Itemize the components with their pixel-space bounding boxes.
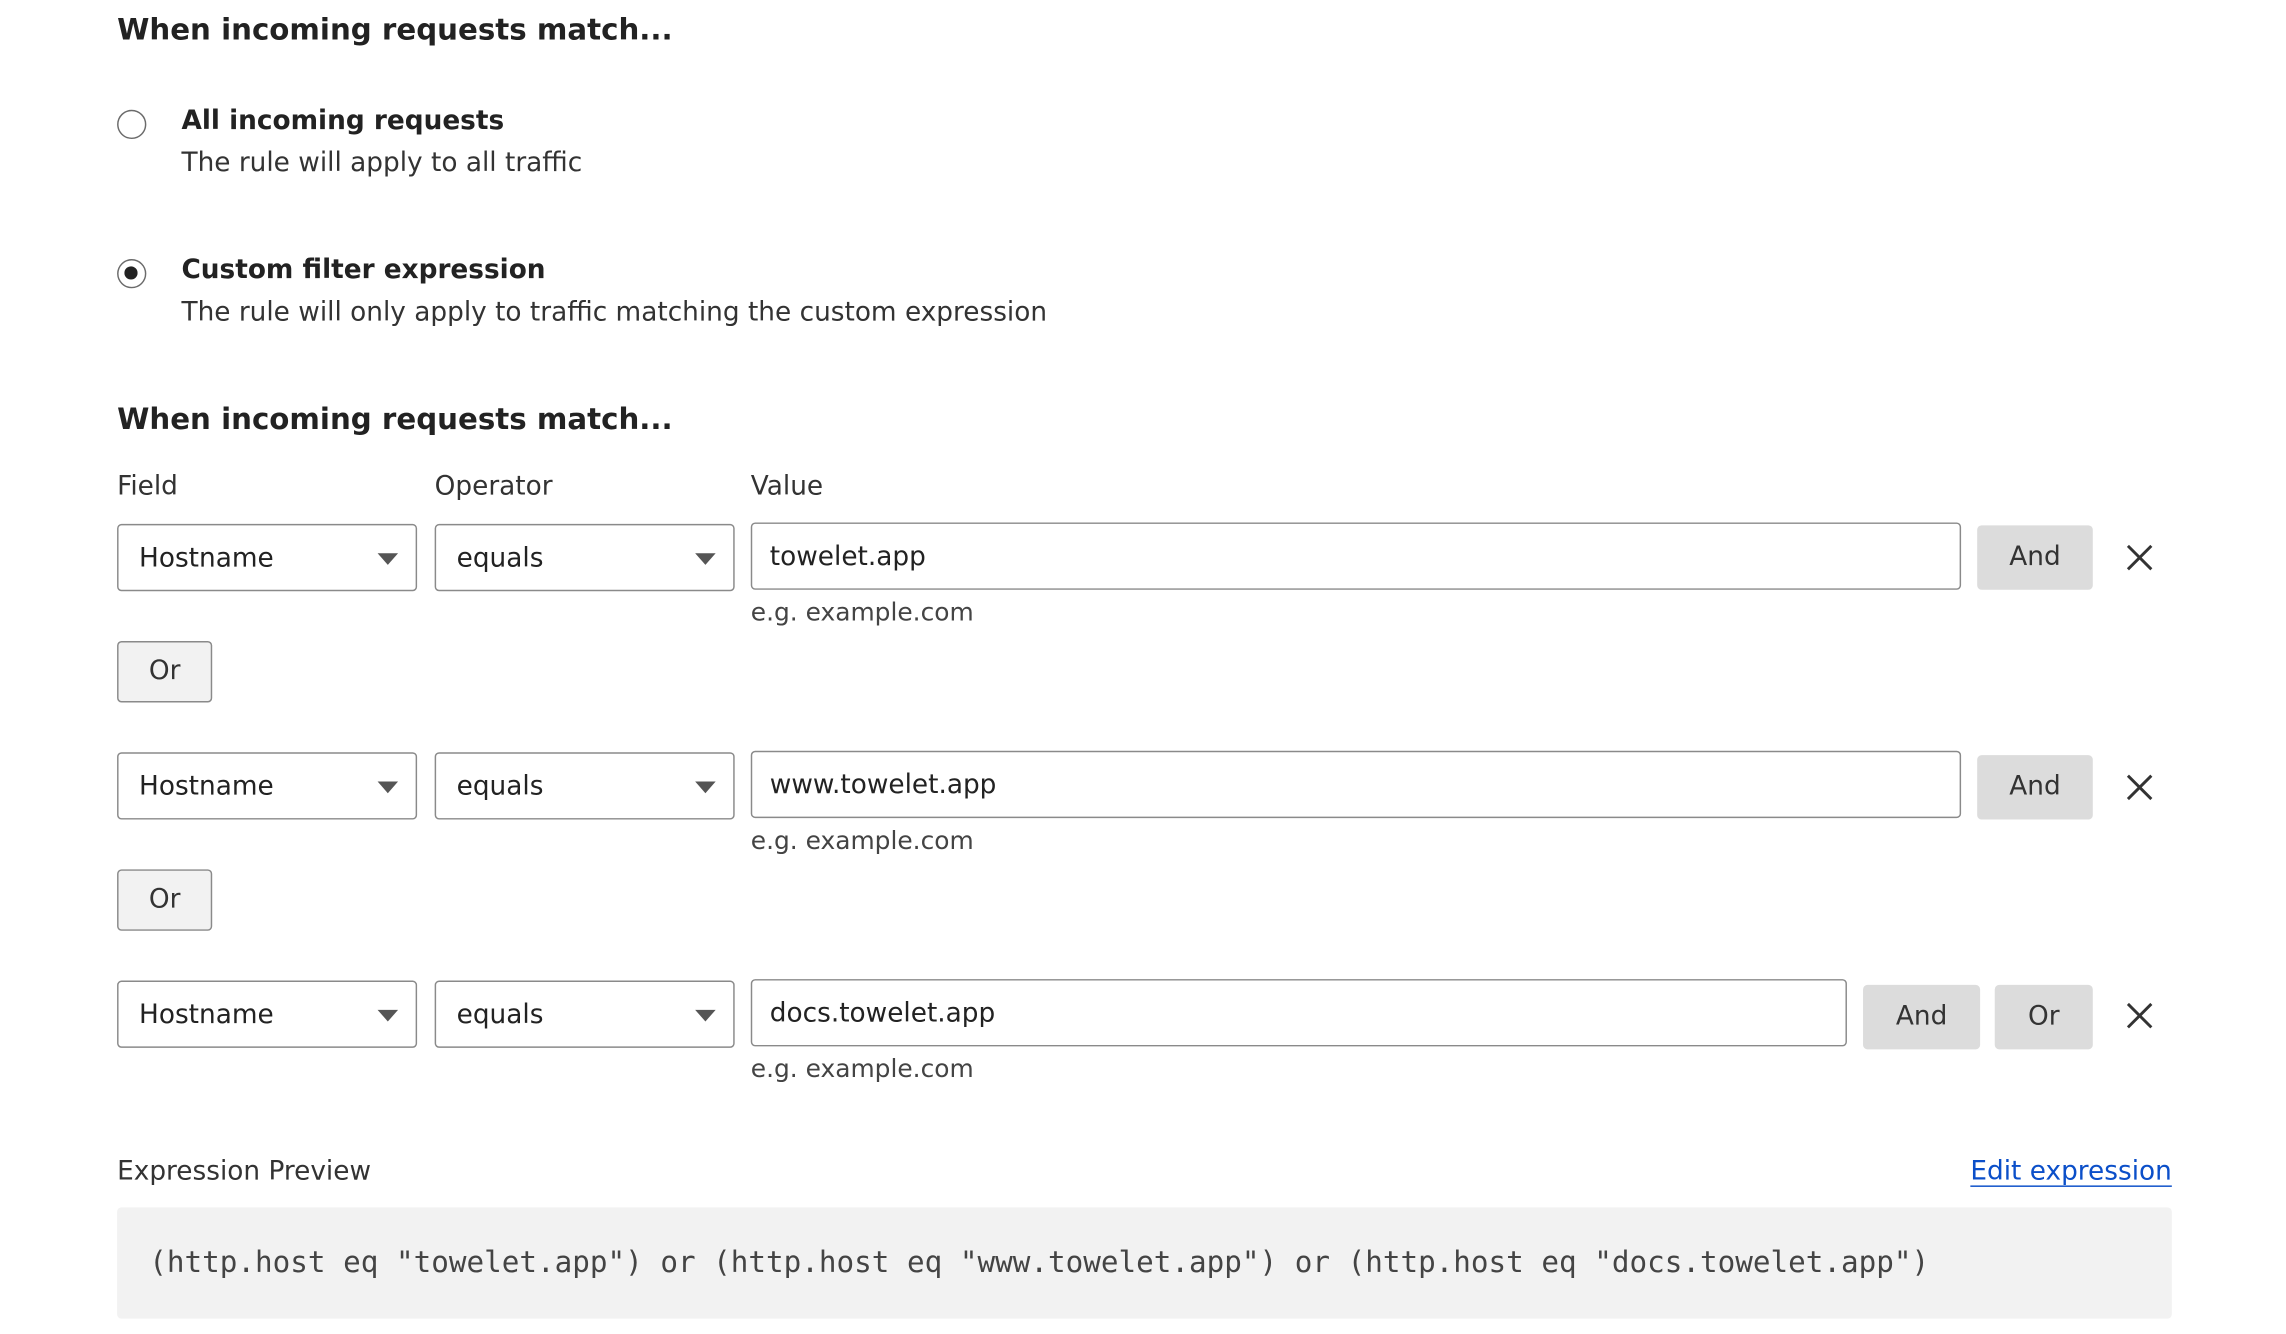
rule-3-or-button[interactable]: Or: [1994, 984, 2093, 1050]
rule-3-field-value: Hostname: [139, 999, 274, 1031]
rule-1-and-button[interactable]: And: [1977, 525, 2093, 590]
rule-1-field-select[interactable]: Hostname: [117, 523, 418, 592]
operator-column-label: Operator: [434, 471, 553, 502]
rule-3-operator-value: equals: [456, 999, 544, 1031]
chevron-down-icon: [377, 553, 399, 565]
top-section-heading: When incoming requests match...: [117, 11, 673, 47]
rule-2-field-value: Hostname: [139, 771, 274, 802]
rule-2-value-input[interactable]: [750, 750, 1962, 819]
chevron-down-icon: [695, 781, 716, 794]
close-icon[interactable]: [2124, 541, 2156, 573]
radio-all-incoming-requests[interactable]: [117, 109, 147, 140]
close-icon[interactable]: [2124, 1000, 2156, 1032]
expression-preview-label: Expression Preview: [117, 1156, 371, 1187]
rule-3-and-button[interactable]: And: [1863, 984, 1981, 1050]
option-custom-title: Custom filter expression: [181, 254, 546, 286]
expression-preview-box: (http.host eq "towelet.app") or (http.ho…: [117, 1207, 2172, 1319]
rule-3-value-hint: e.g. example.com: [750, 1055, 974, 1085]
option-all-description: The rule will apply to all traffic: [181, 147, 583, 179]
rule-2-field-select[interactable]: Hostname: [117, 752, 418, 820]
expression-preview-code: (http.host eq "towelet.app") or (http.ho…: [149, 1243, 1930, 1280]
option-custom-description: The rule will only apply to traffic matc…: [181, 297, 1048, 328]
chevron-down-icon: [695, 1009, 716, 1022]
close-icon[interactable]: [2124, 771, 2156, 803]
rule-2-value-hint: e.g. example.com: [750, 826, 974, 857]
option-all-title: All incoming requests: [181, 105, 505, 137]
rule-2-operator-value: equals: [456, 771, 544, 802]
or-button-2[interactable]: Or: [117, 869, 213, 931]
rule-1-value-hint: e.g. example.com: [750, 598, 974, 628]
filter-section-heading: When incoming requests match...: [117, 400, 673, 437]
rule-2-and-button[interactable]: And: [1977, 755, 2093, 820]
rule-1-operator-select[interactable]: equals: [434, 523, 735, 592]
value-column-label: Value: [750, 471, 824, 502]
rule-1-field-value: Hostname: [139, 542, 274, 574]
radio-custom-filter-expression[interactable]: [117, 259, 147, 289]
chevron-down-icon: [377, 781, 399, 794]
rule-1-value-input[interactable]: [750, 522, 1962, 590]
edit-expression-link[interactable]: Edit expression: [1970, 1156, 2171, 1187]
rule-3-operator-select[interactable]: equals: [434, 980, 735, 1048]
rule-2-operator-select[interactable]: equals: [434, 752, 735, 820]
chevron-down-icon: [377, 1009, 399, 1022]
rule-1-operator-value: equals: [456, 542, 544, 574]
rule-3-value-input[interactable]: [750, 979, 1847, 1047]
rule-3-field-select[interactable]: Hostname: [117, 980, 418, 1048]
field-column-label: Field: [117, 471, 178, 502]
chevron-down-icon: [695, 553, 716, 565]
rule-expression-editor: When incoming requests match... All inco…: [0, 0, 2286, 1333]
or-button-1[interactable]: Or: [117, 641, 213, 703]
